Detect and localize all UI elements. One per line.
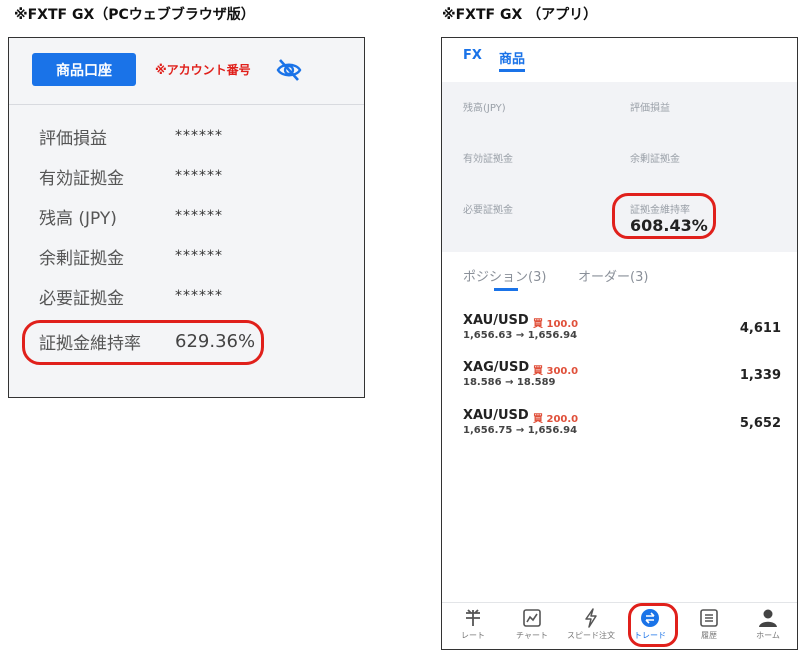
row-value: ****** [175,248,223,264]
free-margin-label: 余剰証拠金 [630,154,680,165]
lightning-icon [585,608,597,628]
position-prices: 18.586 → 18.589 [463,377,556,388]
active-tab-indicator [499,69,525,72]
row-value: ****** [175,208,223,224]
nav-label: ホーム [756,631,780,640]
app-margin-ratio-highlight [612,193,716,239]
row-label: 余剰証拠金 [39,248,124,269]
position-side: 買 200.0 [533,414,579,425]
rate-icon [466,609,480,626]
pc-row-unrealized-pl: 評価損益 ****** [39,121,223,151]
position-prices: 1,656.63 → 1,656.94 [463,330,578,341]
pc-row-balance: 残高 (JPY) ****** [39,201,223,231]
nav-history[interactable]: 履歴 [680,607,738,641]
left-caption: ※FXTF GX（PCウェブブラウザ版） [14,7,255,23]
pc-row-required-margin: 必要証拠金 ****** [39,281,223,311]
nav-rate[interactable]: レート [444,607,502,641]
pc-row-equity: 有効証拠金 ****** [39,161,223,191]
required-margin-label: 必要証拠金 [463,205,513,216]
app-tab-bar: FX 商品 [442,38,797,82]
tab-commodity[interactable]: 商品 [499,48,525,67]
balance-label: 残高(JPY) [463,103,506,114]
row-label: 有効証拠金 [39,168,124,189]
nav-label: チャート [516,631,548,640]
position-list-panel: ポジション(3) オーダー(3) XAU/USD 買 100.0 1,656.6… [442,252,797,604]
row-label: 必要証拠金 [39,288,124,309]
position-symbol: XAU/USD [463,408,529,423]
tab-positions[interactable]: ポジション(3) [463,266,546,285]
position-pl: 1,339 [739,368,781,383]
tab-orders[interactable]: オーダー(3) [578,266,648,285]
chart-icon [523,609,541,627]
position-row[interactable]: XAU/USD 買 200.0 1,656.75 → 1,656.94 5,65… [463,408,781,448]
eye-off-icon[interactable] [275,56,303,84]
pc-header: 商品口座 ※アカウント番号 [9,38,364,105]
bottom-navigation: レート チャート スピード注文 トレード 履歴 ホーム [442,602,797,649]
position-row[interactable]: XAG/USD 買 300.0 18.586 → 18.589 1,339 [463,360,781,400]
app-panel: FX 商品 残高(JPY) 評価損益 有効証拠金 余剰証拠金 必要証拠金 証拠金… [441,37,798,650]
nav-home[interactable]: ホーム [739,607,797,641]
right-caption: ※FXTF GX （アプリ） [442,7,598,23]
row-value: ****** [175,168,223,184]
active-list-tab-indicator [494,288,518,291]
commodity-account-tab[interactable]: 商品口座 [32,53,136,86]
position-side: 買 100.0 [533,319,579,330]
pc-row-free-margin: 余剰証拠金 ****** [39,241,223,271]
position-prices: 1,656.75 → 1,656.94 [463,425,578,436]
position-side: 買 300.0 [533,366,579,377]
equity-label: 有効証拠金 [463,154,513,165]
history-icon [700,609,718,627]
account-number-text: ※アカウント番号 [155,63,251,77]
unrealized-pl-label: 評価損益 [630,103,670,114]
tab-fx[interactable]: FX [463,48,482,63]
position-symbol: XAU/USD [463,313,529,328]
nav-label: スピード注文 [567,631,615,640]
nav-label: レート [461,631,485,640]
position-pl: 4,611 [739,321,781,336]
row-label: 残高 (JPY) [39,208,117,229]
row-value: ****** [175,288,223,304]
nav-speed-order[interactable]: スピード注文 [562,607,620,641]
nav-label: 履歴 [701,631,717,640]
position-row[interactable]: XAU/USD 買 100.0 1,656.63 → 1,656.94 4,61… [463,313,781,353]
user-icon [759,609,777,627]
pc-web-panel: 商品口座 ※アカウント番号 評価損益 ****** 有効証拠金 ****** 残… [8,37,365,398]
trade-nav-highlight [628,603,678,647]
row-label: 評価損益 [39,128,107,149]
margin-ratio-highlight [22,320,264,365]
nav-chart[interactable]: チャート [503,607,561,641]
position-pl: 5,652 [739,416,781,431]
position-symbol: XAG/USD [463,360,530,375]
row-value: ****** [175,128,223,144]
